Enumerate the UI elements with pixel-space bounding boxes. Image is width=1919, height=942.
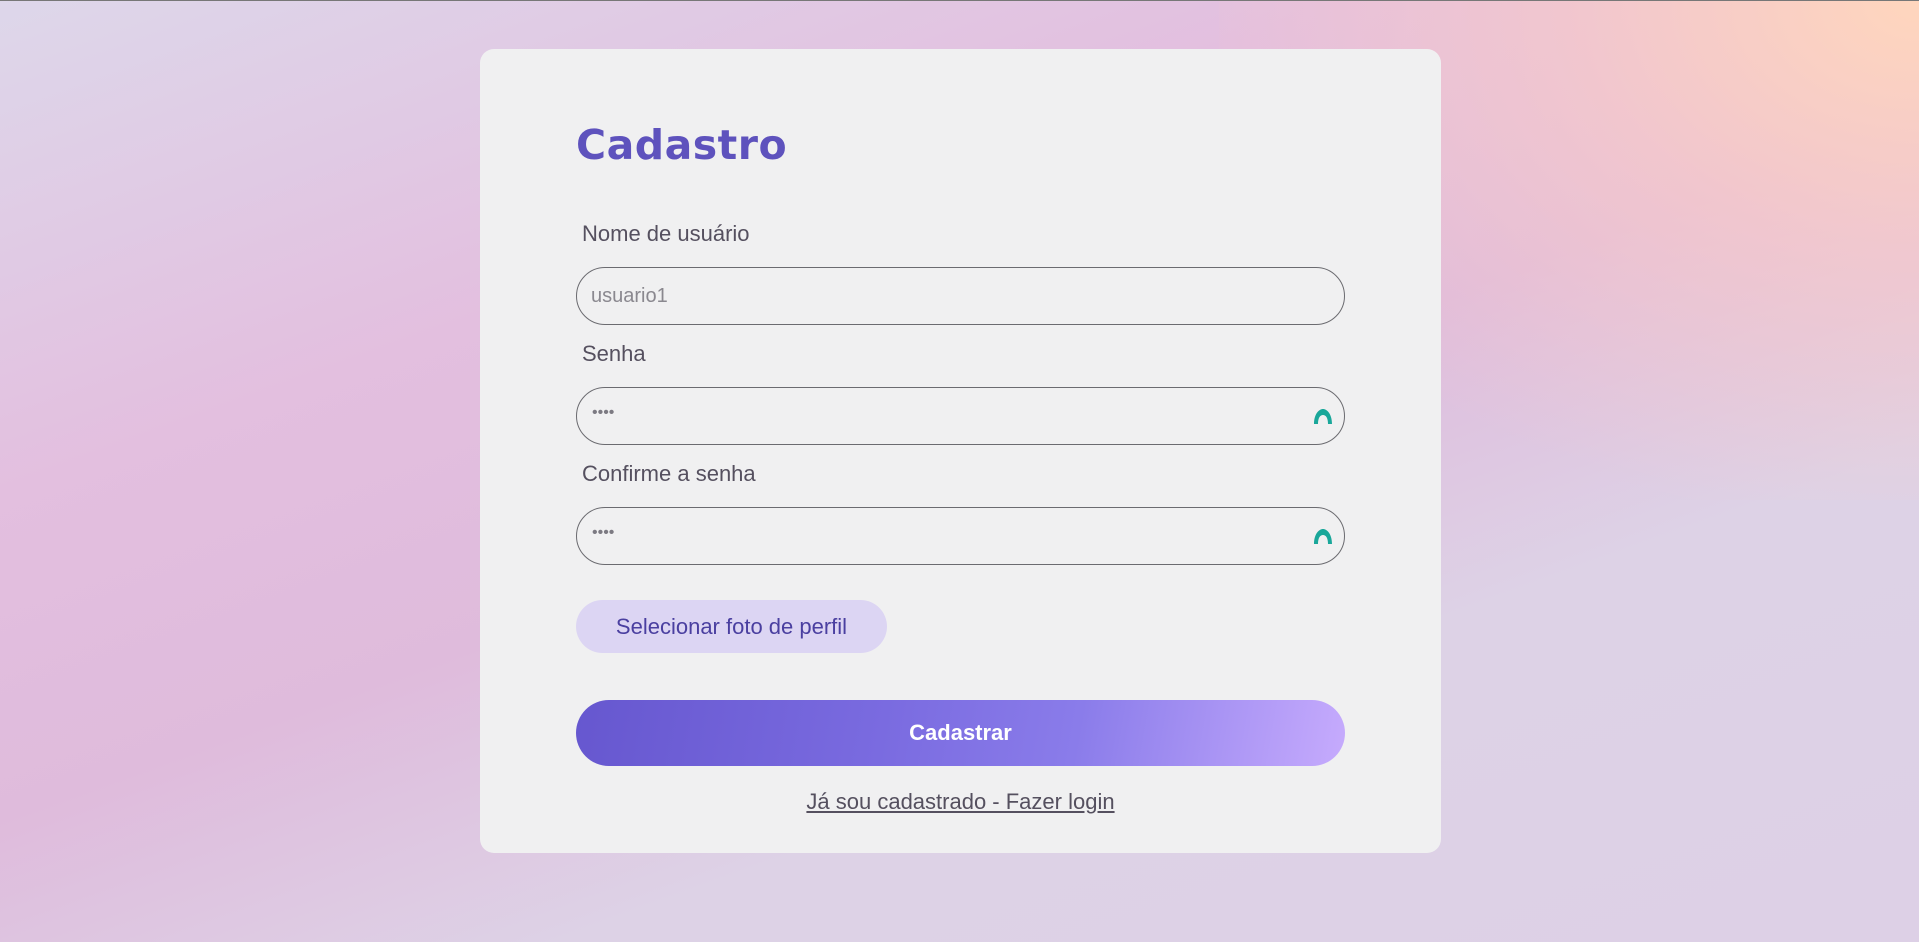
- password-field[interactable]: ••••: [576, 387, 1345, 445]
- register-card: Cadastro Nome de usuário Senha •••• Conf…: [480, 49, 1441, 853]
- username-input[interactable]: [591, 268, 1291, 324]
- confirm-password-label: Confirme a senha: [582, 461, 756, 486]
- eye-toggle-icon[interactable]: [1313, 527, 1333, 545]
- username-field-wrapper: [576, 267, 1345, 325]
- window-top-border: [0, 0, 1919, 1]
- confirm-password-masked-value: ••••: [592, 524, 615, 541]
- username-label: Nome de usuário: [582, 221, 750, 246]
- password-label: Senha: [582, 341, 646, 366]
- register-submit-button[interactable]: Cadastrar: [576, 700, 1345, 766]
- eye-toggle-icon[interactable]: [1313, 407, 1333, 425]
- select-profile-photo-button[interactable]: Selecionar foto de perfil: [576, 600, 887, 653]
- login-link[interactable]: Já sou cadastrado - Fazer login: [480, 789, 1441, 815]
- confirm-password-field[interactable]: ••••: [576, 507, 1345, 565]
- page-title: Cadastro: [576, 121, 788, 169]
- password-masked-value: ••••: [592, 404, 615, 421]
